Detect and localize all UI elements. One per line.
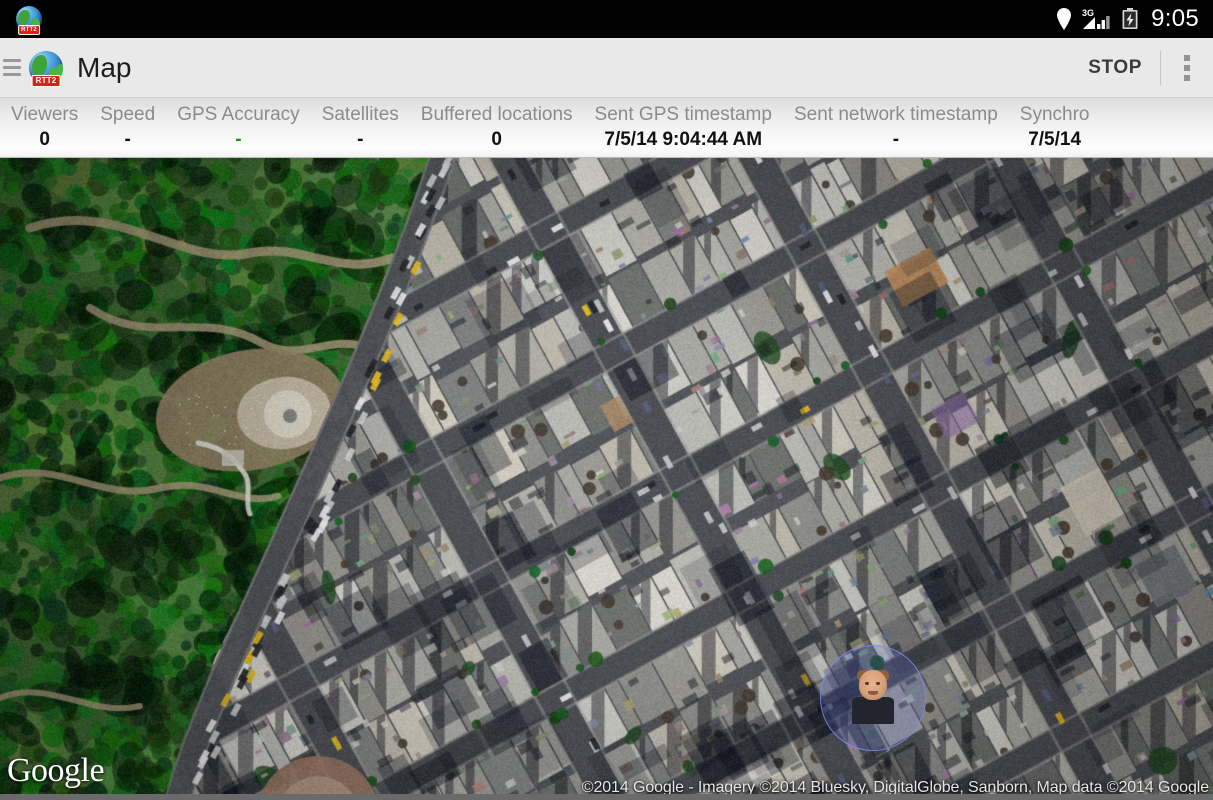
avatar-eye [865,682,869,685]
stat-col-sent-network-timestamp: Sent network timestamp - [783,98,1009,157]
stat-label: Buffered locations [421,102,573,127]
stat-col-synchro: Synchro 7/5/14 [1009,98,1101,157]
avatar-head [859,670,887,700]
battery-charging-icon [1121,7,1139,31]
status-bar-icons: 3G 9:05 [1055,5,1199,33]
map-bottom-strip [0,794,1213,800]
stat-col-speed: Speed - [89,98,166,157]
signal-3g-icon: 3G [1082,7,1112,31]
page-title: Map [77,52,131,84]
stat-value: 7/5/14 9:04:44 AM [604,127,762,153]
avatar-body [852,697,894,724]
overflow-dot [1184,75,1190,81]
rtt2-badge: RTT2 [18,25,40,35]
stat-value: - [357,127,363,153]
stat-value: 0 [491,127,502,153]
svg-text:3G: 3G [1082,8,1094,18]
rtt2-badge: RTT2 [32,75,61,87]
overflow-dot [1184,55,1190,61]
stat-label: Satellites [322,102,399,127]
action-bar-actions: STOP [1070,38,1213,98]
overflow-dot [1184,65,1190,71]
stat-col-buffered-locations: Buffered locations 0 [410,98,584,157]
stat-col-sent-gps-timestamp: Sent GPS timestamp 7/5/14 9:04:44 AM [584,98,783,157]
user-location-avatar[interactable] [852,670,894,724]
stat-value: - [125,127,131,153]
hamburger-line [3,66,21,69]
stat-label: Speed [100,102,155,127]
stat-label: Synchro [1020,102,1090,127]
stat-value: 7/5/14 [1028,127,1081,153]
avatar-mouth [868,691,878,695]
stat-value: - [893,127,899,153]
hamburger-line [3,73,21,76]
app-screen: RTT2 3G 9:05 [0,0,1213,800]
android-status-bar: RTT2 3G 9:05 [0,0,1213,38]
stat-label: Sent GPS timestamp [595,102,772,127]
stat-col-gps-accuracy: GPS Accuracy - [166,98,311,157]
stat-label: Sent network timestamp [794,102,998,127]
google-logo: Google [7,754,104,788]
map-imagery[interactable] [0,158,1213,800]
stat-col-viewers: Viewers 0 [0,98,89,157]
stat-value: - [235,127,241,153]
app-logo-icon[interactable]: RTT2 [29,51,63,85]
location-pin-icon [1055,7,1073,31]
stat-col-satellites: Satellites - [311,98,410,157]
status-app-icon: RTT2 [16,6,42,32]
stat-label: GPS Accuracy [177,102,300,127]
stat-label: Viewers [11,102,78,127]
hamburger-menu-icon[interactable] [0,38,22,98]
overflow-menu-icon[interactable] [1161,38,1213,98]
satellite-map[interactable]: Google ©2014 Google - Imagery ©2014 Blue… [0,158,1213,800]
hamburger-line [3,59,21,62]
status-clock: 9:05 [1151,5,1199,33]
action-bar: RTT2 Map STOP [0,38,1213,98]
stats-bar[interactable]: Viewers 0 Speed - GPS Accuracy - Satelli… [0,98,1213,158]
stat-value: 0 [39,127,50,153]
avatar-eye [876,682,880,685]
stop-button[interactable]: STOP [1070,38,1160,98]
